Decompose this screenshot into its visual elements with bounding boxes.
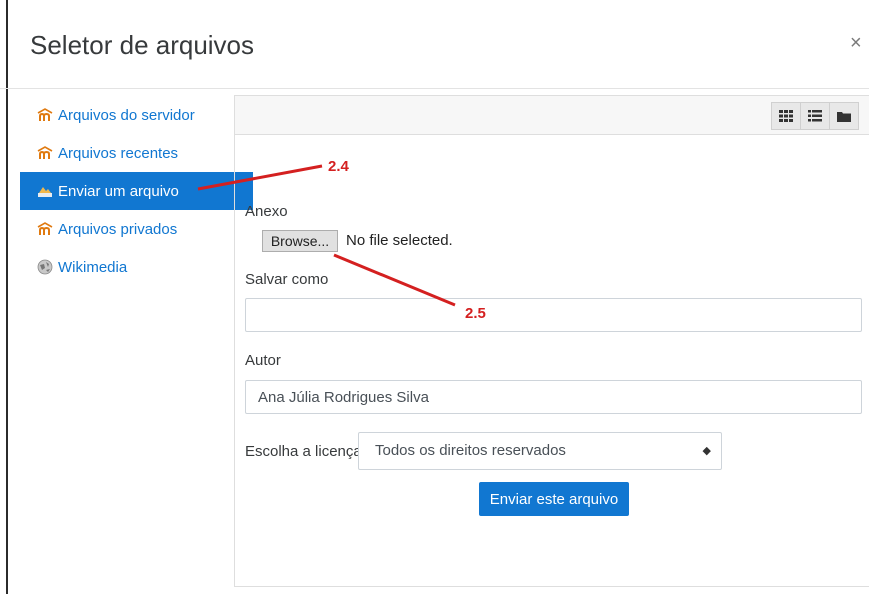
license-select[interactable]: Todos os direitos reservados ◆: [358, 432, 722, 470]
attachment-label: Anexo: [245, 203, 288, 220]
save-as-input[interactable]: [245, 298, 862, 332]
author-label: Autor: [245, 352, 281, 369]
sidebar-item-upload-file[interactable]: Enviar um arquivo: [20, 172, 253, 210]
close-icon[interactable]: ×: [850, 32, 862, 55]
select-arrows-icon: ◆: [702, 445, 711, 457]
moodle-icon: [37, 222, 53, 235]
file-status-text: No file selected.: [346, 232, 453, 249]
dialog-header: Seletor de arquivos ×: [0, 0, 869, 89]
repository-sidebar: Arquivos do servidor Arquivos recentes E…: [20, 96, 253, 286]
annotation-label-2-4: 2.4: [328, 158, 349, 175]
sidebar-item-label: Enviar um arquivo: [58, 182, 179, 200]
sidebar-item-recent-files[interactable]: Arquivos recentes: [20, 134, 253, 172]
license-label: Escolha a licença: [245, 443, 362, 460]
wikimedia-icon: [37, 259, 53, 275]
sidebar-item-label: Arquivos do servidor: [58, 106, 195, 124]
list-view-icon[interactable]: [800, 102, 830, 130]
view-toolbar: [235, 96, 869, 135]
window-edge: [6, 0, 8, 594]
upload-submit-button[interactable]: Enviar este arquivo: [479, 482, 629, 516]
annotation-label-2-5: 2.5: [465, 305, 486, 322]
sidebar-item-server-files[interactable]: Arquivos do servidor: [20, 96, 253, 134]
folder-view-icon[interactable]: [829, 102, 859, 130]
sidebar-item-label: Arquivos privados: [58, 220, 178, 238]
license-selected-value: Todos os direitos reservados: [375, 442, 566, 459]
grid-view-icon[interactable]: [771, 102, 801, 130]
author-input[interactable]: Ana Júlia Rodrigues Silva: [245, 380, 862, 414]
upload-icon: [38, 187, 52, 197]
save-as-label: Salvar como: [245, 271, 329, 288]
browse-button[interactable]: Browse...: [262, 230, 338, 252]
sidebar-item-wikimedia[interactable]: Wikimedia: [20, 248, 253, 286]
sidebar-item-label: Wikimedia: [58, 258, 128, 276]
dialog-title: Seletor de arquivos: [30, 30, 255, 60]
sidebar-item-private-files[interactable]: Arquivos privados: [20, 210, 253, 248]
view-switcher: [771, 102, 859, 130]
moodle-icon: [37, 146, 53, 159]
sidebar-item-label: Arquivos recentes: [58, 144, 179, 162]
moodle-icon: [37, 108, 53, 121]
